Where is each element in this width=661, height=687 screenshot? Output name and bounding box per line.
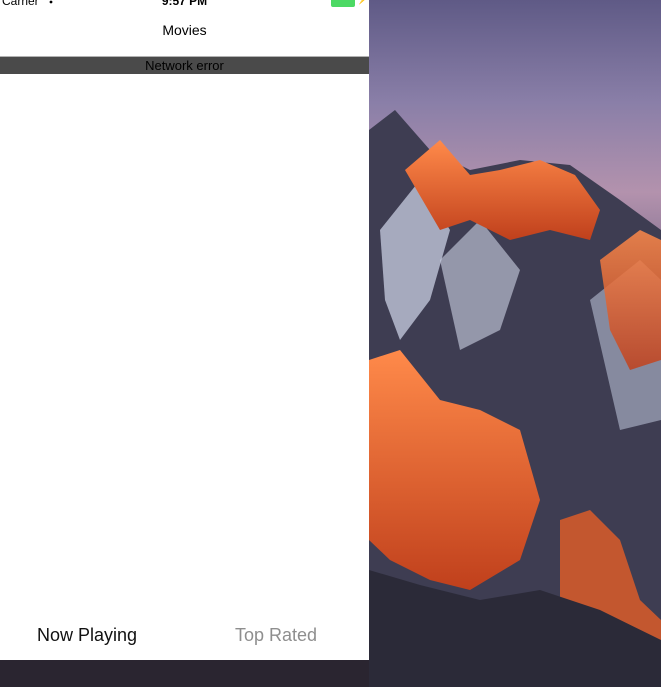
bolt-icon: ⚡ [356,0,369,5]
simulator-screen: Carrier 9:57 PM ⚡ Movies Network error N… [0,0,369,660]
status-bar: Carrier 9:57 PM ⚡ [0,0,369,10]
movie-list[interactable] [0,74,369,610]
network-error-banner[interactable]: Network error [0,57,369,74]
status-time: 9:57 PM [161,0,208,8]
tab-now-playing[interactable]: Now Playing [37,625,137,646]
tab-bar: Now Playing Top Rated [0,610,369,660]
battery-icon [331,0,355,7]
nav-title: Movies [162,22,207,38]
tab-top-rated[interactable]: Top Rated [235,625,317,646]
